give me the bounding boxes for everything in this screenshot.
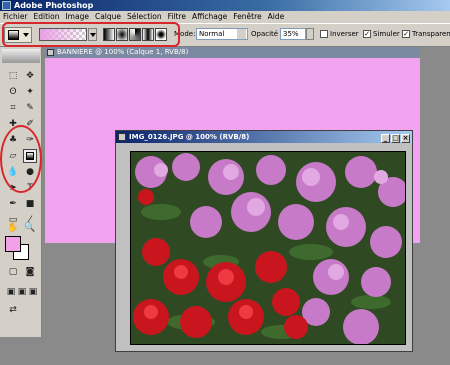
app-title: Adobe Photoshop [14,1,94,10]
banner-title: BANNIERE @ 100% (Calque 1, RVB/8) [57,48,189,56]
maximize-icon[interactable]: □ [391,134,400,143]
close-icon[interactable]: × [401,134,410,143]
foreground-color-swatch[interactable] [5,236,21,252]
photoshop-icon [2,1,11,10]
crop-tool-icon[interactable]: ⌗ [6,101,20,115]
inverse-label: Inverser [330,30,359,38]
opacity-value: 35% [283,30,299,38]
quickmask-on-icon[interactable]: ◙ [23,265,37,279]
window-controls: _ □ × [380,132,410,144]
magic-wand-icon[interactable]: ✦ [23,85,37,99]
rhododendron-photo [130,151,406,345]
screen-mode-full-icon[interactable]: ▣ [26,285,40,299]
opacity-field[interactable]: 35% [280,28,306,40]
photo-titlebar[interactable]: IMG_0126.JPG @ 100% (RVB/8) _ □ × [116,131,412,143]
opacity-label: Opacité : [251,30,283,38]
chevron-down-icon [237,29,246,39]
menu-fenetre[interactable]: Fenêtre [230,11,264,23]
document-icon [118,133,126,141]
simulate-label: Simuler [373,30,400,38]
simulate-checkbox[interactable]: ✓ [363,30,371,38]
annotation-rectangle [2,22,180,47]
photo-title: IMG_0126.JPG @ 100% (RVB/8) [129,133,250,141]
pen-tool-icon[interactable]: ✒ [6,197,20,211]
document-window-photo[interactable]: IMG_0126.JPG @ 100% (RVB/8) _ □ × [115,130,413,352]
document-icon [47,49,54,56]
jump-to-imageready-icon[interactable]: ⇄ [6,303,20,317]
banner-titlebar[interactable]: BANNIERE @ 100% (Calque 1, RVB/8) [45,47,420,58]
move-tool-icon[interactable]: ✥ [23,69,37,83]
marquee-tool-icon[interactable]: ⬚ [6,69,20,83]
menu-aide[interactable]: Aide [265,11,288,23]
annotation-ellipse [0,125,42,193]
lasso-tool-icon[interactable]: ʘ [6,85,20,99]
inverse-checkbox[interactable] [320,30,328,38]
quickmask-off-icon[interactable]: ▢ [6,265,20,279]
rhododendron-flowers-image [131,152,405,344]
feather-logo [2,49,40,63]
minimize-icon[interactable]: _ [381,134,390,143]
mode-select[interactable]: Normal [196,28,248,40]
transparency-label: Transparence [412,30,450,38]
slice-tool-icon[interactable]: ✎ [23,101,37,115]
opacity-arrow[interactable] [306,28,314,40]
app-titlebar: Adobe Photoshop [0,0,450,11]
shape-tool-icon[interactable]: ■ [23,197,37,211]
hand-tool-icon[interactable]: ✋ [6,221,20,235]
mode-value: Normal [199,30,225,38]
transparency-checkbox[interactable]: ✓ [402,30,410,38]
zoom-tool-icon[interactable]: 🔍 [23,221,37,235]
menu-affichage[interactable]: Affichage [189,11,230,23]
